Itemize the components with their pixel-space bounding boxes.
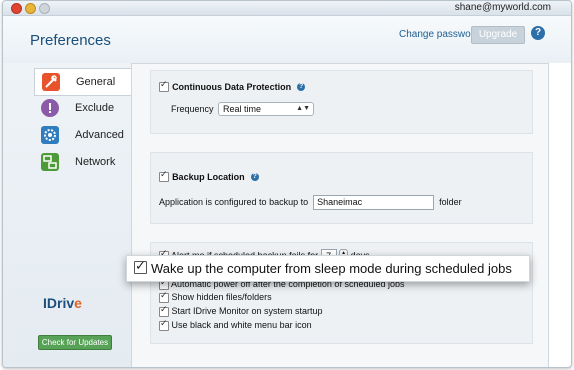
wake-up-checkbox[interactable]	[134, 258, 147, 274]
backup-location-section: Backup Location ? Application is configu…	[150, 152, 533, 224]
sidebar-item-exclude[interactable]: Exclude	[34, 95, 131, 121]
frequency-label: Frequency	[171, 104, 214, 114]
close-window-button[interactable]	[11, 3, 22, 14]
check-for-updates-button[interactable]: Check for Updates	[38, 335, 112, 350]
header: Preferences Change password Upgrade ?	[3, 16, 571, 63]
backup-location-help-icon[interactable]: ?	[250, 173, 259, 182]
sidebar-item-label: Advanced	[75, 129, 124, 141]
user-email: shane@myworld.com	[454, 2, 551, 13]
zoom-window-button[interactable]	[39, 3, 50, 14]
upgrade-button[interactable]: Upgrade	[471, 26, 525, 44]
cdp-checkbox[interactable]	[159, 79, 169, 93]
preferences-window: shane@myworld.com Preferences Change pas…	[2, 0, 572, 368]
bw-menu-icon-checkbox[interactable]	[159, 318, 169, 331]
change-password-link[interactable]: Change password	[399, 29, 480, 40]
show-hidden-files-label: Show hidden files/folders	[171, 292, 272, 302]
sidebar-item-label: Exclude	[75, 102, 115, 114]
wake-up-label: Wake up the computer from sleep mode dur…	[151, 261, 512, 276]
start-monitor-label: Start IDrive Monitor on system startup	[171, 306, 323, 316]
title-bar: shane@myworld.com	[3, 1, 571, 16]
cdp-label: Continuous Data Protection	[172, 82, 292, 92]
minimize-window-button[interactable]	[25, 3, 36, 14]
wake-up-option-highlight: Wake up the computer from sleep mode dur…	[126, 255, 530, 282]
page-title: Preferences	[30, 32, 111, 49]
cdp-section: Continuous Data Protection ? Frequency R…	[150, 70, 533, 134]
gear-icon	[41, 126, 59, 144]
sidebar-item-advanced[interactable]: Advanced	[34, 122, 131, 148]
frequency-select[interactable]: Real time ▲▼	[218, 102, 314, 116]
backup-configured-text: Application is configured to backup to	[159, 196, 309, 207]
exclude-icon	[41, 99, 59, 117]
wrench-icon	[42, 73, 60, 91]
general-settings-panel: Continuous Data Protection ? Frequency R…	[131, 63, 549, 367]
bw-menu-icon-label: Use black and white menu bar icon	[171, 320, 312, 330]
backup-location-label: Backup Location	[172, 172, 245, 182]
network-icon	[41, 153, 59, 171]
backup-folder-input[interactable]: Shaneimac	[313, 195, 435, 210]
select-arrows-icon: ▲▼	[296, 105, 310, 112]
idrive-logo: IDrive	[43, 295, 82, 311]
show-hidden-files-checkbox[interactable]	[159, 290, 169, 303]
cdp-help-icon[interactable]: ?	[297, 83, 306, 92]
sidebar: General Exclude Advanced Network IDrive …	[3, 63, 132, 367]
sidebar-item-network[interactable]: Network	[34, 149, 131, 175]
sidebar-item-label: Network	[75, 156, 116, 168]
sidebar-item-general[interactable]: General	[34, 68, 132, 96]
help-icon[interactable]: ?	[531, 26, 545, 40]
backup-folder-suffix: folder	[439, 196, 462, 207]
start-monitor-checkbox[interactable]	[159, 304, 169, 317]
sidebar-item-label: General	[76, 76, 116, 88]
backup-location-checkbox[interactable]	[159, 169, 169, 183]
